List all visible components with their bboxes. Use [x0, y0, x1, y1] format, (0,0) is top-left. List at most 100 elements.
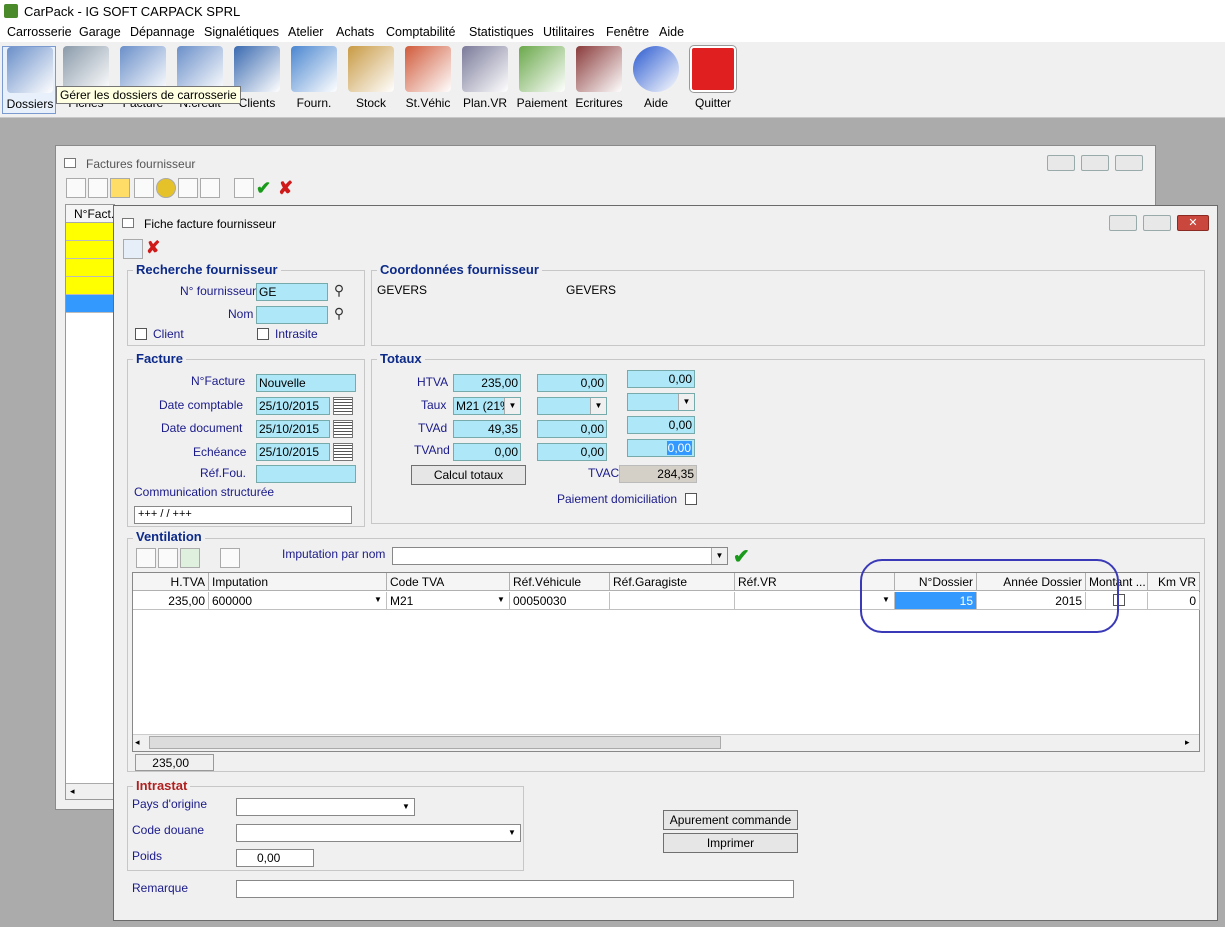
toolbar-button-5[interactable]: Fourn.	[287, 46, 341, 114]
communication-input[interactable]: +++ / / +++	[134, 506, 352, 524]
menu-atelier[interactable]: Atelier	[288, 25, 323, 39]
menu-carrosserie[interactable]: Carrosserie	[7, 25, 72, 39]
date-comptable-input[interactable]: 25/10/2015	[256, 397, 330, 415]
col-header-ref-garagiste[interactable]: Réf.Garagiste	[610, 573, 735, 591]
export-icon[interactable]	[200, 178, 220, 198]
htva-3[interactable]: 0,00	[627, 370, 695, 388]
toolbar-button-12[interactable]: Quitter	[686, 46, 740, 114]
menu-statistiques[interactable]: Statistiques	[469, 25, 534, 39]
list-item-selected[interactable]	[66, 295, 114, 313]
dropdown-arrow-icon[interactable]: ▼	[590, 398, 606, 414]
taux-3-select[interactable]: ▼	[627, 393, 695, 411]
date-document-input[interactable]: 25/10/2015	[256, 420, 330, 438]
trash-icon[interactable]	[220, 548, 240, 568]
edit-pencil-icon[interactable]	[110, 178, 130, 198]
cancel-x-icon[interactable]: ✘	[146, 238, 160, 258]
euro-icon[interactable]	[156, 178, 176, 198]
menu-signaletiques[interactable]: Signalétiques	[204, 25, 279, 39]
calendar-icon[interactable]	[333, 397, 353, 415]
validate-check-icon[interactable]: ✔	[733, 544, 750, 569]
col-header-nfact[interactable]: N°Fact.	[66, 205, 114, 223]
maximize-button[interactable]	[1143, 215, 1171, 231]
paiement-domiciliation-checkbox[interactable]	[685, 493, 697, 505]
calcul-totaux-button[interactable]: Calcul totaux	[411, 465, 526, 485]
n-fournisseur-input[interactable]: GE	[256, 283, 328, 301]
new-line-icon[interactable]	[136, 548, 156, 568]
remarque-input[interactable]	[236, 880, 794, 898]
menu-garage[interactable]: Garage	[79, 25, 121, 39]
col-header-imputation[interactable]: Imputation	[209, 573, 387, 591]
trash-icon[interactable]	[134, 178, 154, 198]
toolbar-button-10[interactable]: Ecritures	[572, 46, 626, 114]
tvand-2[interactable]: 0,00	[537, 443, 607, 461]
factures-list[interactable]: N°Fact. ◂	[65, 204, 115, 800]
scroll-right-arrow-icon[interactable]: ▸	[1185, 737, 1190, 748]
echeance-input[interactable]: 25/10/2015	[256, 443, 330, 461]
col-header-km-vr[interactable]: Km VR	[1148, 573, 1200, 591]
menu-fenetre[interactable]: Fenêtre	[606, 25, 649, 39]
cell-ref-garagiste[interactable]	[610, 592, 735, 610]
copy-icon[interactable]	[88, 178, 108, 198]
new-doc-icon[interactable]	[66, 178, 86, 198]
dropdown-arrow-icon[interactable]: ▼	[370, 592, 386, 608]
print-icon[interactable]	[234, 178, 254, 198]
horizontal-scrollbar[interactable]: ◂ ▸	[133, 734, 1199, 751]
cell-imputation[interactable]: 600000 ▼	[209, 592, 387, 610]
htva-2[interactable]: 0,00	[537, 374, 607, 392]
cell-code-tva[interactable]: M21 ▼	[387, 592, 510, 610]
menu-achats[interactable]: Achats	[336, 25, 374, 39]
menu-comptabilite[interactable]: Comptabilité	[386, 25, 455, 39]
dropdown-arrow-icon[interactable]: ▼	[504, 825, 520, 841]
toolbar-button-0[interactable]: Dossiers	[2, 46, 56, 114]
search-icon[interactable]: ⚲	[330, 282, 348, 300]
menu-depannage[interactable]: Dépannage	[130, 25, 195, 39]
imprimer-button[interactable]: Imprimer	[663, 833, 798, 853]
dropdown-arrow-icon[interactable]: ▼	[678, 394, 694, 410]
cancel-x-icon[interactable]: ✘	[278, 178, 293, 199]
menu-utilitaires[interactable]: Utilitaires	[543, 25, 594, 39]
toolbar-button-9[interactable]: Paiement	[515, 46, 569, 114]
minimize-button[interactable]	[1047, 155, 1075, 171]
cell-km-vr[interactable]: 0	[1148, 592, 1200, 610]
minimize-button[interactable]	[1109, 215, 1137, 231]
calendar-icon[interactable]	[333, 443, 353, 461]
list-item[interactable]	[66, 277, 114, 295]
search-icon[interactable]: ⚲	[330, 305, 348, 323]
poids-input[interactable]: 0,00	[236, 849, 314, 867]
htva-1[interactable]: 235,00	[453, 374, 521, 392]
scroll-left-arrow-icon[interactable]: ◂	[66, 783, 114, 799]
dropdown-arrow-icon[interactable]: ▼	[711, 548, 727, 564]
ref-fou-input[interactable]	[256, 465, 356, 483]
toolbar-button-7[interactable]: St.Véhic	[401, 46, 455, 114]
tvad-2[interactable]: 0,00	[537, 420, 607, 438]
maximize-button[interactable]	[1081, 155, 1109, 171]
list-item[interactable]	[66, 223, 114, 241]
tvand-3[interactable]: 0,00	[627, 439, 695, 457]
tvad-1[interactable]: 49,35	[453, 420, 521, 438]
nom-input[interactable]	[256, 306, 328, 324]
cell-ref-vehicule[interactable]: 00050030	[510, 592, 610, 610]
pays-origine-select[interactable]: ▼	[236, 798, 415, 816]
col-header-ref-vehicule[interactable]: Réf.Véhicule	[510, 573, 610, 591]
n-facture-input[interactable]: Nouvelle	[256, 374, 356, 392]
toolbar-button-11[interactable]: Aide	[629, 46, 683, 114]
tvad-3[interactable]: 0,00	[627, 416, 695, 434]
cell-htva[interactable]: 235,00	[133, 592, 209, 610]
code-douane-select[interactable]: ▼	[236, 824, 521, 842]
close-button[interactable]: ✕	[1177, 215, 1209, 231]
close-button[interactable]	[1115, 155, 1143, 171]
save-disk-icon[interactable]	[123, 239, 143, 259]
menu-aide[interactable]: Aide	[659, 25, 684, 39]
intrasite-checkbox[interactable]	[257, 328, 269, 340]
toolbar-button-8[interactable]: Plan.VR	[458, 46, 512, 114]
validate-check-icon[interactable]: ✔	[256, 178, 271, 199]
scroll-left-arrow-icon[interactable]: ◂	[135, 737, 140, 748]
dropdown-arrow-icon[interactable]: ▼	[504, 398, 520, 414]
dropdown-arrow-icon[interactable]: ▼	[398, 799, 414, 815]
imputation-par-nom-select[interactable]: ▼	[392, 547, 728, 565]
search-icon[interactable]	[178, 178, 198, 198]
taux-2-select[interactable]: ▼	[537, 397, 607, 415]
dropdown-arrow-icon[interactable]: ▼	[493, 592, 509, 608]
taux-1-select[interactable]: M21 (21% ▼	[453, 397, 521, 415]
calendar-icon[interactable]	[333, 420, 353, 438]
